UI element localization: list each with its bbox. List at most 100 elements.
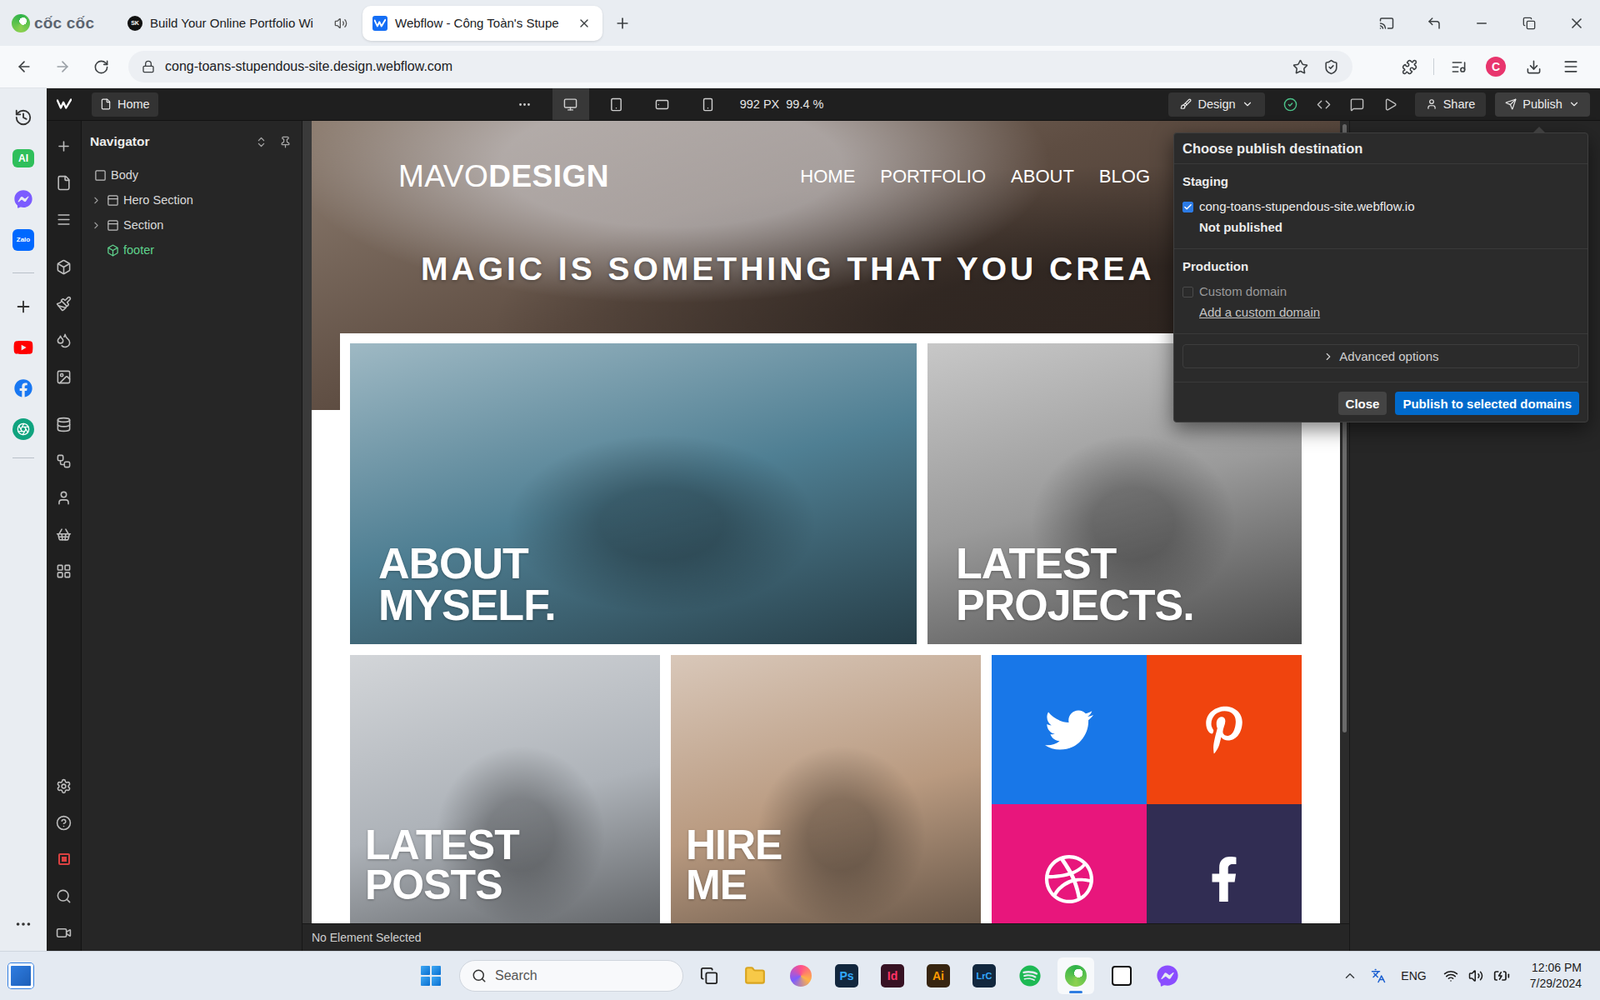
sidebar-item[interactable]: Zalo: [0, 219, 47, 260]
taskbar-search[interactable]: Search: [459, 960, 684, 992]
clock[interactable]: 12:06 PM7/29/2024: [1518, 960, 1589, 992]
sidebar-item[interactable]: AI: [0, 137, 47, 179]
sidebar-more-button[interactable]: [0, 903, 47, 945]
breakpoint-button[interactable]: [552, 88, 590, 120]
sidebar-item[interactable]: [0, 326, 47, 368]
social-tile[interactable]: [991, 655, 1147, 805]
close-button[interactable]: Close: [1338, 391, 1388, 415]
quick-settings[interactable]: [1435, 967, 1519, 985]
breakpoint-button[interactable]: [598, 88, 635, 120]
rail-button[interactable]: [46, 405, 81, 443]
site-logo[interactable]: MAVODESIGN: [398, 159, 610, 195]
breakpoint-button[interactable]: [644, 88, 681, 120]
site-nav-link[interactable]: HOME: [800, 165, 855, 188]
language-indicator[interactable]: ENG: [1392, 969, 1435, 983]
rail-button[interactable]: [46, 127, 81, 165]
rail-button[interactable]: [46, 840, 81, 878]
close-window-button[interactable]: [1552, 0, 1600, 46]
rail-button[interactable]: [46, 914, 81, 951]
rail-button[interactable]: [46, 358, 81, 395]
reload-button[interactable]: [85, 51, 116, 82]
rail-button[interactable]: [46, 479, 81, 516]
share-button[interactable]: Share: [1415, 92, 1486, 117]
navigator-item[interactable]: Hero Section: [81, 187, 302, 213]
preview-button[interactable]: [1376, 91, 1404, 117]
feature-card[interactable]: ABOUTMYSELF.: [350, 343, 917, 645]
social-tile[interactable]: [1146, 804, 1302, 924]
rail-button[interactable]: [46, 804, 81, 841]
taskbar-app[interactable]: Id: [874, 957, 911, 995]
extensions-button[interactable]: [1394, 51, 1425, 82]
downloads-button[interactable]: [1518, 51, 1549, 82]
forward-button[interactable]: [47, 51, 78, 82]
rail-button[interactable]: [46, 515, 81, 553]
taskbar-app[interactable]: [1149, 957, 1186, 995]
sidebar-item[interactable]: [0, 178, 47, 220]
new-tab-button[interactable]: [607, 8, 638, 39]
address-field[interactable]: cong-toans-stupendous-site.design.webflo…: [128, 50, 1353, 83]
media-button[interactable]: [1443, 51, 1474, 82]
mode-dropdown[interactable]: Design: [1168, 92, 1265, 117]
navigator-item[interactable]: Body: [81, 162, 302, 188]
webflow-logo[interactable]: [46, 88, 82, 120]
taskbar-app[interactable]: [690, 957, 728, 995]
breakpoint-button[interactable]: [690, 88, 727, 120]
back-button[interactable]: [9, 51, 40, 82]
more-breakpoints-button[interactable]: [506, 88, 544, 120]
comments-button[interactable]: [1343, 91, 1370, 117]
browser-tab[interactable]: SKBuild Your Online Portfolio Wi: [117, 5, 358, 41]
add-domain-link[interactable]: Add a custom domain: [1182, 305, 1580, 320]
checkbox[interactable]: [1182, 201, 1194, 213]
publish-option[interactable]: cong-toans-stupendous-site.webflow.io: [1182, 199, 1580, 215]
sidebar-item[interactable]: [0, 408, 47, 450]
taskbar-app[interactable]: LrC: [965, 957, 1003, 995]
sidebar-item[interactable]: [0, 367, 47, 409]
minimize-button[interactable]: [1457, 0, 1505, 46]
page-button[interactable]: Home: [91, 92, 159, 117]
tray-overflow-button[interactable]: [1335, 960, 1365, 991]
sidebar-item[interactable]: [0, 96, 47, 138]
site-nav-link[interactable]: BLOG: [1099, 165, 1150, 188]
browser-tab[interactable]: Webflow - Công Toàn's Stupe: [362, 5, 603, 41]
taskbar-app[interactable]: [1057, 957, 1095, 995]
taskbar-app[interactable]: [782, 957, 820, 995]
site-nav-link[interactable]: ABOUT: [1010, 165, 1075, 188]
taskbar-app[interactable]: Ps: [828, 957, 865, 995]
sidebar-item[interactable]: [0, 285, 47, 327]
navigator-item[interactable]: footer: [81, 237, 302, 263]
tab-close-button[interactable]: [575, 15, 593, 32]
publish-button[interactable]: Publish: [1495, 92, 1590, 117]
social-tile[interactable]: [991, 804, 1147, 924]
rail-button[interactable]: [46, 285, 81, 322]
photo-card[interactable]: HIREME: [670, 655, 981, 924]
save-status[interactable]: [1276, 91, 1304, 117]
rail-button[interactable]: [46, 767, 81, 805]
taskbar-app[interactable]: [1011, 957, 1049, 995]
taskbar-app[interactable]: [736, 957, 774, 995]
social-tile[interactable]: [1146, 655, 1302, 805]
rail-button[interactable]: [46, 200, 81, 238]
input-method-button[interactable]: [1364, 960, 1393, 991]
rail-button[interactable]: [46, 552, 81, 590]
advanced-options-toggle[interactable]: Advanced options: [1182, 344, 1580, 369]
rail-button[interactable]: [46, 877, 81, 915]
navigator-item[interactable]: Section: [81, 212, 302, 238]
browser-brand[interactable]: cốc cốc: [11, 14, 118, 33]
rail-button[interactable]: [46, 321, 81, 359]
rail-button[interactable]: [46, 164, 81, 201]
taskbar-app[interactable]: Ai: [920, 957, 957, 995]
photo-card[interactable]: LATESTPOSTS: [350, 655, 660, 924]
cast-button[interactable]: [1362, 0, 1410, 46]
rail-button[interactable]: [46, 442, 81, 480]
publish-confirm-button[interactable]: Publish to selected domains: [1395, 391, 1580, 415]
taskbar-app[interactable]: [1103, 957, 1140, 995]
widgets-icon[interactable]: [8, 963, 34, 989]
recent-button[interactable]: [1410, 0, 1458, 46]
restore-button[interactable]: [1505, 0, 1553, 46]
menu-button[interactable]: [1555, 51, 1586, 82]
rail-button[interactable]: [46, 248, 81, 285]
start-button[interactable]: [412, 957, 450, 995]
code-button[interactable]: [1310, 91, 1337, 117]
profile-button[interactable]: C: [1480, 51, 1511, 82]
content-section[interactable]: ABOUTMYSELF.LATESTPROJECTS.LATESTPOSTSHI…: [340, 333, 1312, 924]
